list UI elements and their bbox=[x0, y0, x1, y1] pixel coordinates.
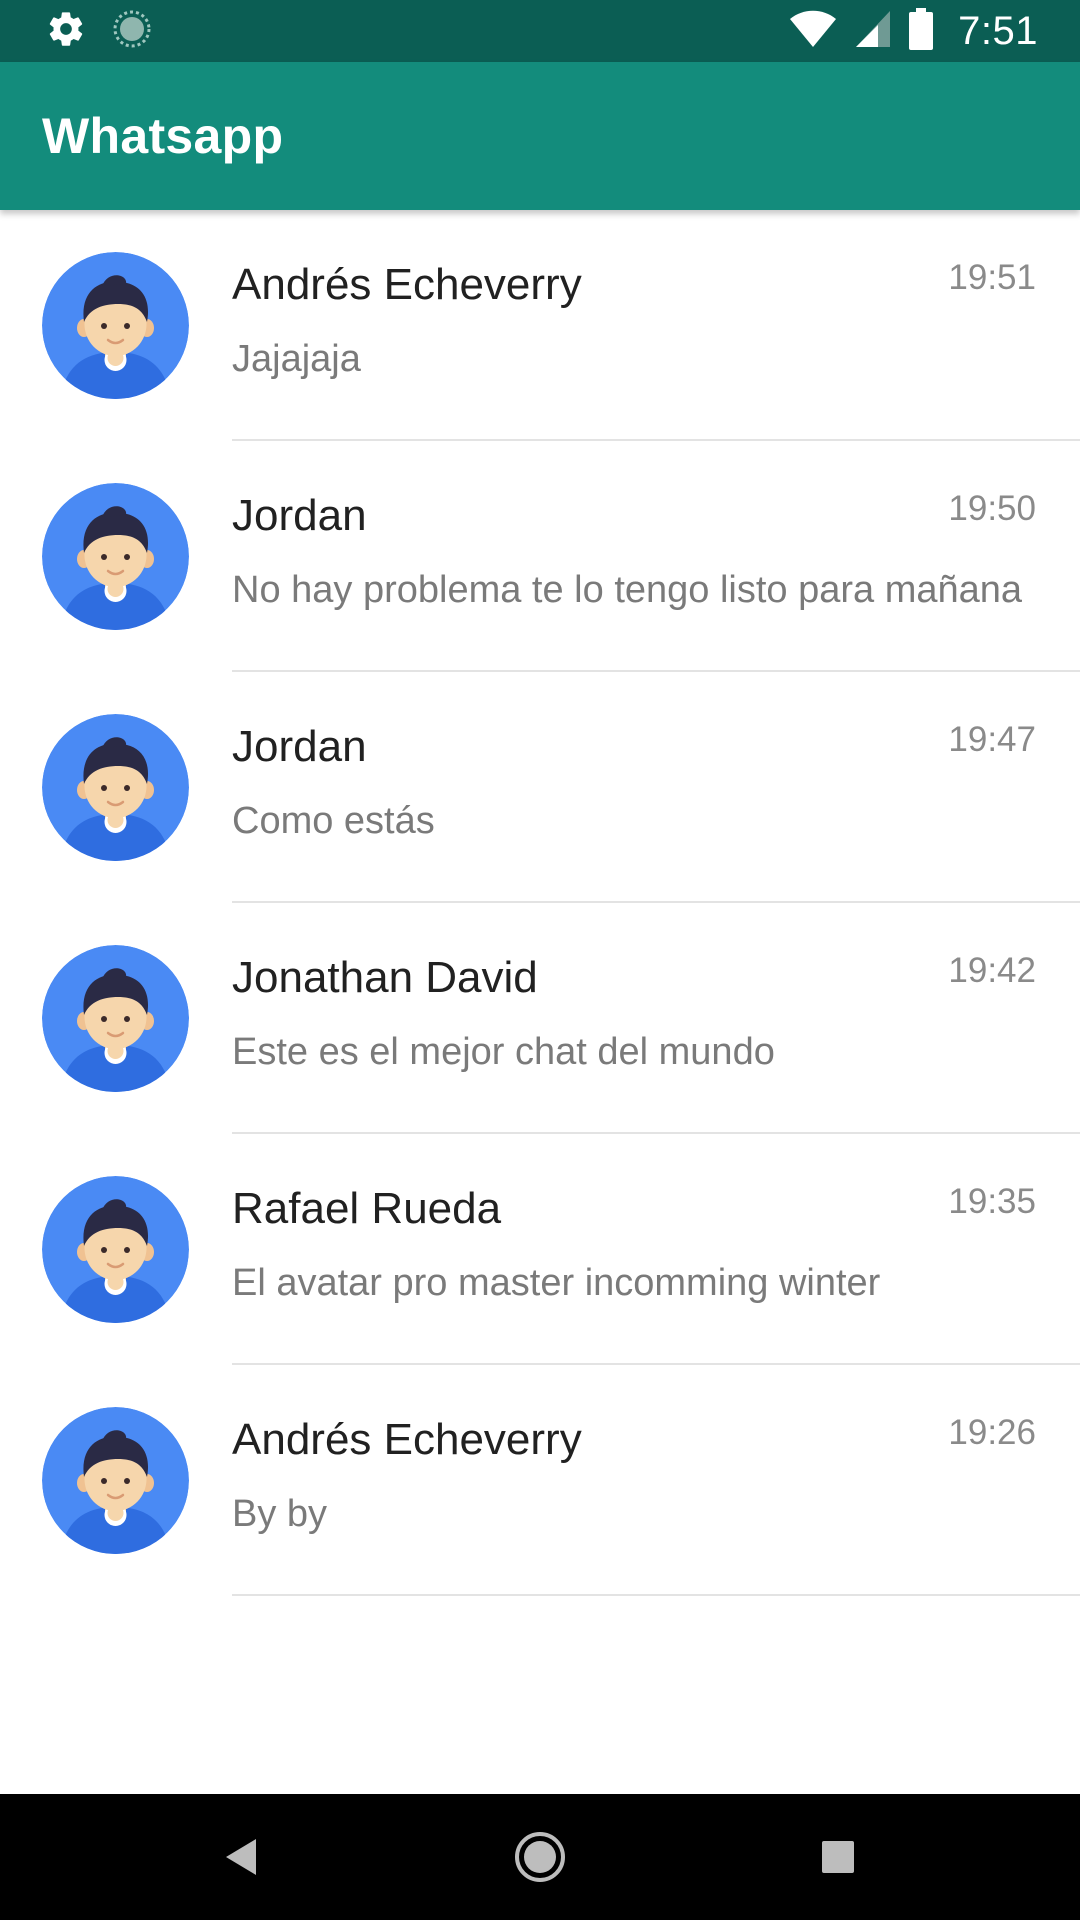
back-icon bbox=[226, 1839, 256, 1875]
avatar[interactable] bbox=[42, 252, 189, 399]
sync-icon bbox=[112, 9, 152, 54]
status-left bbox=[46, 10, 152, 52]
recents-button[interactable] bbox=[808, 1827, 868, 1887]
chat-item[interactable]: Andrés Echeverry 19:51 Jajajaja bbox=[0, 210, 1080, 441]
last-message: By by bbox=[232, 1493, 328, 1535]
last-message: Como estás bbox=[232, 800, 435, 842]
home-icon bbox=[515, 1832, 565, 1882]
app-title: Whatsapp bbox=[42, 108, 284, 164]
last-message: No hay problema te lo tengo listo para m… bbox=[232, 569, 1023, 611]
avatar[interactable] bbox=[42, 945, 189, 1092]
message-time: 19:26 bbox=[948, 1413, 1036, 1452]
back-button[interactable] bbox=[212, 1827, 272, 1887]
screen: 7:51 Whatsapp Andrés Echeverry 19:51 Jaj… bbox=[0, 0, 1080, 1920]
app-bar: Whatsapp bbox=[0, 62, 1080, 210]
chat-item[interactable]: Jordan 19:50 No hay problema te lo tengo… bbox=[0, 441, 1080, 672]
avatar[interactable] bbox=[42, 483, 189, 630]
last-message: Jajajaja bbox=[232, 338, 361, 380]
message-time: 19:51 bbox=[948, 258, 1036, 297]
home-button[interactable] bbox=[510, 1827, 570, 1887]
last-message: Este es el mejor chat del mundo bbox=[232, 1031, 775, 1073]
status-bar: 7:51 bbox=[0, 0, 1080, 62]
contact-name: Rafael Rueda bbox=[232, 1184, 502, 1233]
message-time: 19:50 bbox=[948, 489, 1036, 528]
contact-name: Jordan bbox=[232, 722, 367, 771]
gear-icon bbox=[46, 9, 86, 54]
recents-icon bbox=[822, 1841, 854, 1873]
avatar[interactable] bbox=[42, 714, 189, 861]
chat-list: Andrés Echeverry 19:51 Jajajaja Jordan 1… bbox=[0, 210, 1080, 1596]
chat-item[interactable]: Rafael Rueda 19:35 El avatar pro master … bbox=[0, 1134, 1080, 1365]
navigation-bar bbox=[0, 1794, 1080, 1920]
last-message: El avatar pro master incomming winter bbox=[232, 1262, 881, 1304]
status-time: 7:51 bbox=[958, 8, 1038, 53]
contact-name: Jonathan David bbox=[232, 953, 538, 1002]
message-time: 19:35 bbox=[948, 1182, 1036, 1221]
avatar[interactable] bbox=[42, 1176, 189, 1323]
contact-name: Andrés Echeverry bbox=[232, 260, 582, 309]
message-time: 19:42 bbox=[948, 951, 1036, 990]
chat-item[interactable]: Jonathan David 19:42 Este es el mejor ch… bbox=[0, 903, 1080, 1134]
avatar[interactable] bbox=[42, 1407, 189, 1554]
signal-icon bbox=[854, 9, 892, 54]
chat-item[interactable]: Andrés Echeverry 19:26 By by bbox=[0, 1365, 1080, 1596]
battery-icon bbox=[908, 7, 934, 55]
wifi-icon bbox=[788, 9, 838, 54]
message-time: 19:47 bbox=[948, 720, 1036, 759]
divider bbox=[232, 1594, 1080, 1596]
chat-item[interactable]: Jordan 19:47 Como estás bbox=[0, 672, 1080, 903]
status-right: 7:51 bbox=[788, 7, 1038, 55]
contact-name: Andrés Echeverry bbox=[232, 1415, 582, 1464]
contact-name: Jordan bbox=[232, 491, 367, 540]
